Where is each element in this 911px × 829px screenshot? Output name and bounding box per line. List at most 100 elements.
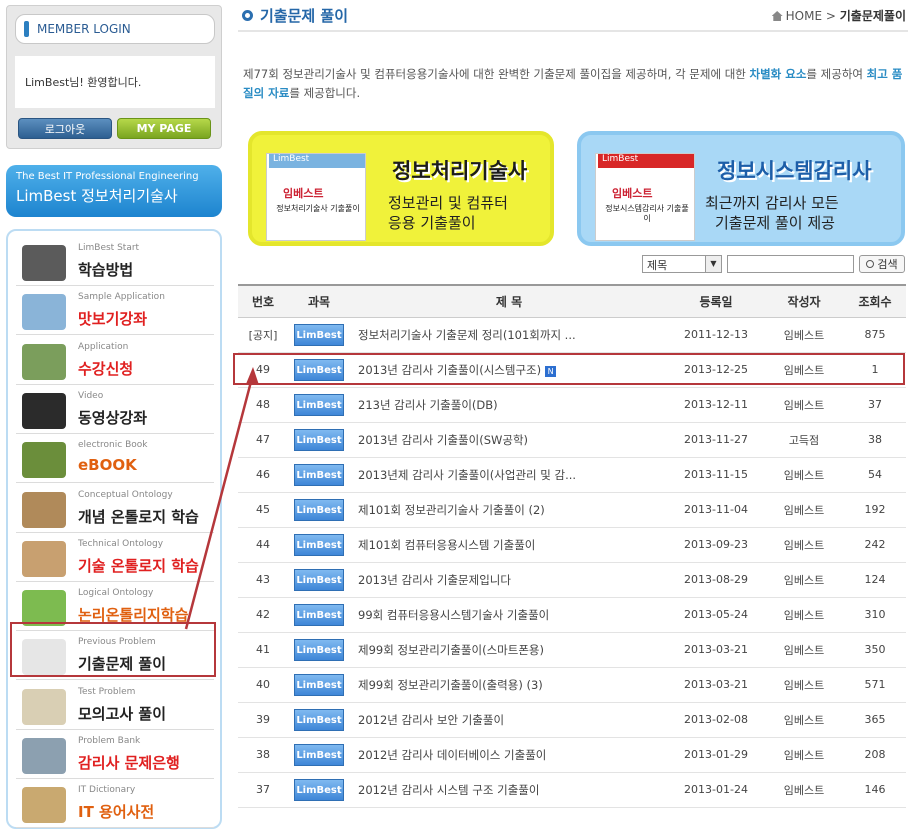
row-title-cell[interactable]: 99회 컴퓨터응용시스템기술사 기출풀이: [350, 597, 668, 633]
menu-item[interactable]: Video 동영상강좌: [16, 385, 214, 434]
row-title-link[interactable]: 정보처리기술사 기출문제 정리(101회까지 ...: [358, 328, 576, 342]
table-row[interactable]: 42 LimBest 99회 컴퓨터응용시스템기술사 기출풀이 2013-05-24 임…: [238, 597, 906, 633]
row-title-cell[interactable]: 제101회 정보관리기술사 기출풀이 (2): [350, 492, 668, 528]
menu-item[interactable]: Conceptual Ontology 개념 온톨로지 학습: [16, 484, 214, 533]
row-date: 2013-05-24: [668, 597, 764, 633]
column-header: 번호: [238, 284, 288, 318]
row-title-link[interactable]: 213년 감리사 기출풀이(DB): [358, 398, 498, 412]
row-date: 2013-08-29: [668, 562, 764, 598]
row-title-link[interactable]: 제99회 정보관리기출풀이(스마트폰용): [358, 643, 544, 657]
menu-item-sublabel: Application: [78, 341, 129, 352]
row-views: 365: [844, 702, 906, 738]
chevron-down-icon[interactable]: ▼: [705, 256, 721, 272]
row-author: 임베스트: [764, 562, 844, 598]
row-title-link[interactable]: 제101회 정보관리기술사 기출풀이 (2): [358, 503, 545, 517]
row-date: 2011-12-13: [668, 317, 764, 353]
menu-item[interactable]: Test Problem 모의고사 풀이: [16, 681, 214, 730]
search-select-value: 제목: [647, 259, 668, 272]
limbest-banner[interactable]: The Best IT Professional Engineering Lim…: [6, 165, 222, 217]
logout-button[interactable]: 로그아웃: [18, 118, 112, 139]
row-number: 47: [238, 422, 288, 458]
row-title-cell[interactable]: 2012년 감리사 보안 기출풀이: [350, 702, 668, 738]
table-row[interactable]: 46 LimBest 2013년제 감리사 기출풀이(사업관리 및 감... 2013…: [238, 457, 906, 493]
menu-item[interactable]: Application 수강신청: [16, 336, 214, 385]
row-title-cell[interactable]: 2013년 감리사 기출문제입니다: [350, 562, 668, 598]
row-title-cell[interactable]: 제99회 정보관리기출풀이(스마트폰용): [350, 632, 668, 668]
row-subject: LimBest: [288, 492, 350, 528]
table-row[interactable]: 43 LimBest 2013년 감리사 기출문제입니다 2013-08-29 임베스트…: [238, 562, 906, 598]
row-date: 2013-11-27: [668, 422, 764, 458]
row-number: 37: [238, 772, 288, 808]
limbest-badge: LimBest: [294, 708, 344, 731]
row-title-link[interactable]: 99회 컴퓨터응용시스템기술사 기출풀이: [358, 608, 549, 622]
promo-info-processing[interactable]: LimBest 임베스트 정보처리기술사 기출풀이 정보처리기술사 정보관리 및…: [248, 131, 554, 246]
table-body: [공지] LimBest 정보처리기술사 기출문제 정리(101회까지 ... 201…: [238, 317, 906, 808]
menu-item[interactable]: Problem Bank 감리사 문제은행: [16, 730, 214, 779]
row-author: 임베스트: [764, 492, 844, 528]
table-row[interactable]: 40 LimBest 제99회 정보관리기출풀이(출력용) (3) 2013-03-2…: [238, 667, 906, 703]
row-subject: LimBest: [288, 702, 350, 738]
row-title-link[interactable]: 2012년 감리사 데이터베이스 기출풀이: [358, 748, 546, 762]
promo-audit[interactable]: LimBest 임베스트 정보시스템감리사 기출풀이 정보시스템감리사 최근까지…: [577, 131, 905, 246]
table-row[interactable]: 37 LimBest 2012년 감리사 시스템 구조 기출풀이 2013-01-24…: [238, 772, 906, 808]
breadcrumb-home[interactable]: HOME: [786, 9, 822, 23]
menu-item-label: 모의고사 풀이: [78, 704, 167, 723]
row-title-cell[interactable]: 정보처리기술사 기출문제 정리(101회까지 ...: [350, 317, 668, 353]
row-title-cell[interactable]: 2012년 감리사 시스템 구조 기출풀이: [350, 772, 668, 808]
breadcrumb: HOME > 기출문제풀이: [771, 7, 906, 24]
row-subject: LimBest: [288, 527, 350, 563]
menu-item-sublabel: Test Problem: [78, 686, 136, 697]
row-title-cell[interactable]: 2013년 감리사 기출풀이(SW공학): [350, 422, 668, 458]
menu-item[interactable]: electronic Book eBOOK: [16, 434, 214, 484]
row-title-link[interactable]: 제101회 컴퓨터응용시스템 기출풀이: [358, 538, 535, 552]
intro-part: 를 제공합니다.: [289, 86, 361, 100]
menu-item[interactable]: IT Dictionary IT 용어사전: [16, 779, 214, 829]
row-subject: LimBest: [288, 597, 350, 633]
row-title-link[interactable]: 제99회 정보관리기출풀이(출력용) (3): [358, 678, 543, 692]
search-input[interactable]: [727, 255, 854, 273]
promo-heading: 정보처리기술사: [392, 159, 528, 183]
highlight-row-box: [233, 353, 905, 385]
row-title-link[interactable]: 2013년 감리사 기출풀이(SW공학): [358, 433, 528, 447]
row-number: 39: [238, 702, 288, 738]
limbest-badge: LimBest: [294, 778, 344, 801]
menu-item-icon: [22, 491, 66, 528]
row-views: 242: [844, 527, 906, 563]
row-title-link[interactable]: 2012년 감리사 시스템 구조 기출풀이: [358, 783, 539, 797]
table-row[interactable]: 41 LimBest 제99회 정보관리기출풀이(스마트폰용) 2013-03-21 임…: [238, 632, 906, 668]
table-row[interactable]: [공지] LimBest 정보처리기술사 기출문제 정리(101회까지 ... 201…: [238, 317, 906, 353]
table-row[interactable]: 48 LimBest 213년 감리사 기출풀이(DB) 2013-12-11 임베스트…: [238, 387, 906, 423]
table-row[interactable]: 45 LimBest 제101회 정보관리기술사 기출풀이 (2) 2013-11-0…: [238, 492, 906, 528]
limbest-badge: LimBest: [294, 323, 344, 346]
search-button[interactable]: 검색: [859, 255, 905, 273]
limbest-badge: LimBest: [294, 603, 344, 626]
book-title: 임베스트: [283, 187, 324, 200]
promo-subtext-2: 기출문제 풀이 제공: [715, 214, 835, 232]
row-title-cell[interactable]: 제99회 정보관리기출풀이(출력용) (3): [350, 667, 668, 703]
row-number: [공지]: [238, 317, 288, 353]
mypage-button[interactable]: MY PAGE: [117, 118, 211, 139]
highlight-menu-box: [10, 622, 216, 677]
row-title-link[interactable]: 2013년 감리사 기출문제입니다: [358, 573, 511, 587]
row-title-cell[interactable]: 213년 감리사 기출풀이(DB): [350, 387, 668, 423]
menu-item-label: 감리사 문제은행: [78, 754, 180, 772]
table-row[interactable]: 39 LimBest 2012년 감리사 보안 기출풀이 2013-02-08 임베스트…: [238, 702, 906, 738]
row-title-cell[interactable]: 2013년제 감리사 기출풀이(사업관리 및 감...: [350, 457, 668, 493]
search-field-select[interactable]: 제목 ▼: [642, 255, 722, 273]
menu-item-icon: [22, 688, 66, 725]
row-title-cell[interactable]: 제101회 컴퓨터응용시스템 기출풀이: [350, 527, 668, 563]
table-row[interactable]: 47 LimBest 2013년 감리사 기출풀이(SW공학) 2013-11-27 고…: [238, 422, 906, 458]
row-title-link[interactable]: 2013년제 감리사 기출풀이(사업관리 및 감...: [358, 468, 576, 482]
menu-item[interactable]: Sample Application 맛보기강좌: [16, 286, 214, 336]
row-number: 43: [238, 562, 288, 598]
search-button-label: 검색: [877, 258, 898, 271]
limbest-badge: LimBest: [294, 568, 344, 591]
member-login-header: MEMBER LOGIN: [15, 14, 215, 44]
row-number: 38: [238, 737, 288, 773]
menu-item[interactable]: Technical Ontology 기술 온톨로지 학습: [16, 533, 214, 582]
table-row[interactable]: 38 LimBest 2012년 감리사 데이터베이스 기출풀이 2013-01-29…: [238, 737, 906, 773]
row-title-link[interactable]: 2012년 감리사 보안 기출풀이: [358, 713, 504, 727]
row-title-cell[interactable]: 2012년 감리사 데이터베이스 기출풀이: [350, 737, 668, 773]
menu-item[interactable]: LimBest Start 학습방법: [16, 237, 214, 286]
table-row[interactable]: 44 LimBest 제101회 컴퓨터응용시스템 기출풀이 2013-09-23 임베…: [238, 527, 906, 563]
